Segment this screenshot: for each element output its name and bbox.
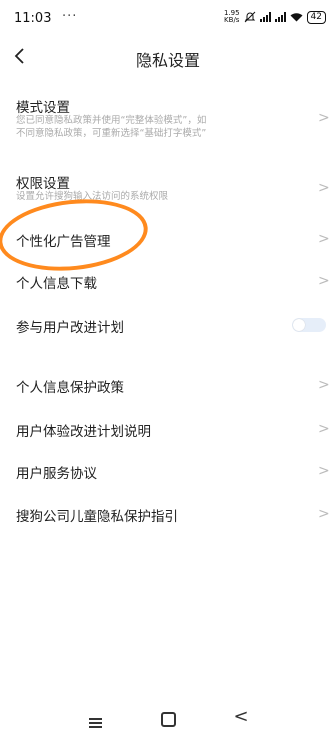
- setting-user-improvement: 参与用户改进计划: [0, 308, 336, 342]
- mute-icon: [244, 11, 255, 23]
- status-icons: 1.95 KB/s 42: [224, 10, 326, 24]
- setting-label: 搜狗公司儿童隐私保护指引: [16, 509, 178, 525]
- chevron-right-icon: >: [318, 273, 330, 289]
- notification-dots: ···: [62, 9, 78, 24]
- setting-desc: 您已同意隐私政策并使用“完整体验模式”，如: [16, 115, 207, 126]
- chevron-right-icon: >: [318, 180, 330, 196]
- setting-label: 参与用户改进计划: [16, 320, 124, 336]
- battery-icon: 42: [306, 10, 326, 24]
- toggle-knob: [293, 319, 305, 331]
- setting-label: 权限设置: [16, 176, 70, 192]
- setting-privacy-policy[interactable]: 个人信息保护政策 >: [0, 368, 336, 402]
- status-bar: 11:03 ··· 1.95 KB/s 42: [0, 0, 336, 38]
- nav-back-button[interactable]: <: [226, 705, 256, 729]
- page-title: 隐私设置: [135, 51, 200, 70]
- setting-user-agreement[interactable]: 用户服务协议 >: [0, 454, 336, 488]
- setting-children-privacy[interactable]: 搜狗公司儿童隐私保护指引 >: [0, 497, 336, 531]
- wifi-icon: [290, 13, 303, 22]
- menu-icon: [88, 718, 102, 728]
- triangle-back-icon: <: [233, 706, 249, 727]
- page-header: 隐私设置: [0, 38, 336, 78]
- chevron-right-icon: >: [318, 231, 330, 247]
- home-button[interactable]: [153, 705, 183, 729]
- setting-improvement-plan-info[interactable]: 用户体验改进计划说明 >: [0, 412, 336, 446]
- system-nav-bar: <: [0, 695, 336, 741]
- net-speed: 1.95 KB/s: [223, 9, 240, 24]
- recent-apps-button[interactable]: [80, 705, 110, 729]
- setting-desc: 不同意隐私政策，可重新选择“基础打字模式”: [16, 128, 207, 139]
- setting-mode[interactable]: 模式设置 您已同意隐私政策并使用“完整体验模式”，如 不同意隐私政策，可重新选择…: [0, 90, 336, 150]
- chevron-right-icon: >: [318, 377, 330, 393]
- setting-label: 个人信息下载: [16, 276, 97, 292]
- setting-label: 个人信息保护政策: [16, 380, 124, 396]
- chevron-right-icon: >: [318, 110, 330, 126]
- setting-label: 用户体验改进计划说明: [16, 424, 151, 440]
- signal-icon: [259, 12, 271, 22]
- setting-label: 模式设置: [16, 100, 70, 116]
- chevron-right-icon: >: [318, 421, 330, 437]
- chevron-right-icon: >: [318, 506, 330, 522]
- square-icon: [160, 712, 176, 727]
- status-time: 11:03: [14, 11, 52, 26]
- signal-icon-2: [274, 12, 286, 22]
- improvement-toggle[interactable]: [292, 318, 326, 332]
- setting-label: 用户服务协议: [16, 466, 97, 482]
- chevron-right-icon: >: [318, 463, 330, 479]
